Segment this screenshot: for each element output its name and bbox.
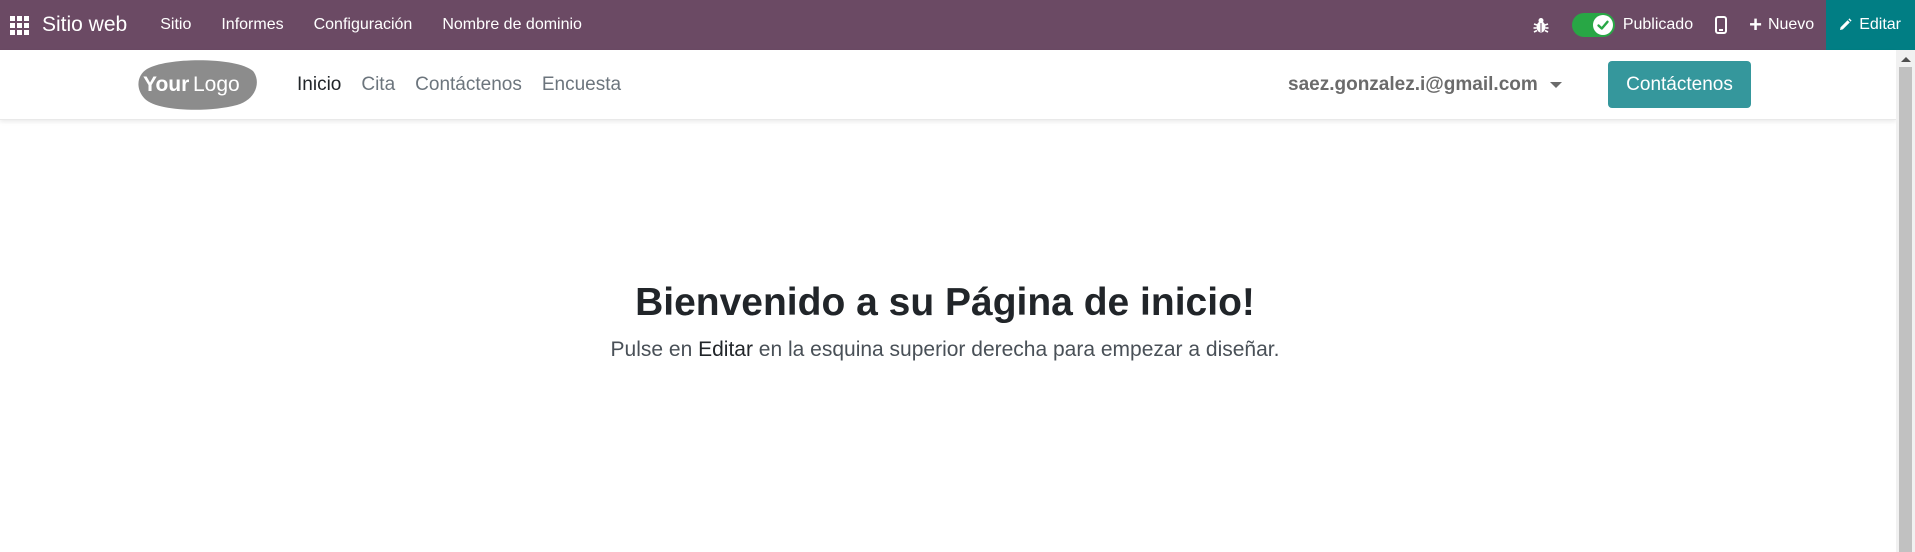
vertical-scrollbar[interactable] <box>1896 50 1915 552</box>
scroll-thumb[interactable] <box>1899 67 1912 552</box>
admin-bar-actions: Publicado + Nuevo Editar <box>1532 0 1915 50</box>
check-icon <box>1597 20 1609 30</box>
plus-icon: + <box>1749 12 1762 37</box>
user-menu[interactable]: saez.gonzalez.i@gmail.com <box>1288 50 1562 120</box>
publish-label: Publicado <box>1622 16 1694 33</box>
hero-sub-post: en la esquina superior derecha para empe… <box>752 338 1280 361</box>
main-content: Bienvenido a su Página de inicio! Pulse … <box>0 120 1896 552</box>
hero-subtitle: Pulse en Editar en la esquina superior d… <box>0 338 1890 362</box>
menu-item-informes[interactable]: Informes <box>206 16 298 34</box>
user-email: saez.gonzalez.i@gmail.com <box>1288 74 1538 95</box>
toggle-switch[interactable] <box>1571 13 1615 37</box>
mobile-preview-icon[interactable] <box>1715 16 1728 34</box>
menu-item-configuracion[interactable]: Configuración <box>299 16 428 34</box>
hero-sub-pre: Pulse en <box>610 338 699 361</box>
edit-button[interactable]: Editar <box>1826 0 1915 50</box>
admin-menu: Sitio Informes Configuración Nombre de d… <box>145 16 597 34</box>
hero-title-strong: Página de inicio <box>945 281 1242 324</box>
nav-encuesta[interactable]: Encuesta <box>532 74 631 96</box>
app-title[interactable]: Sitio web <box>42 13 127 37</box>
nav-inicio[interactable]: Inicio <box>287 74 351 96</box>
caret-down-icon <box>1549 82 1562 88</box>
site-header: Your Logo Inicio Cita Contáctenos Encues… <box>0 50 1896 120</box>
menu-item-sitio[interactable]: Sitio <box>145 16 206 34</box>
publish-toggle[interactable]: Publicado <box>1571 13 1694 37</box>
site-nav: Inicio Cita Contáctenos Encuesta <box>287 50 631 120</box>
hero-title: Bienvenido a su Página de inicio! <box>0 281 1890 325</box>
hero-title-pre: Bienvenido a su <box>635 281 945 324</box>
hero-title-post: ! <box>1241 281 1255 324</box>
new-label: Nuevo <box>1767 16 1815 33</box>
edit-label: Editar <box>1859 16 1901 33</box>
admin-bar: Sitio web Sitio Informes Configuración N… <box>0 0 1915 50</box>
pencil-icon <box>1840 18 1852 30</box>
nav-cita[interactable]: Cita <box>351 74 405 96</box>
new-button[interactable]: + Nuevo <box>1749 14 1814 36</box>
logo-text-your: Your <box>143 73 189 96</box>
bug-icon[interactable] <box>1532 16 1550 34</box>
apps-grid-icon[interactable] <box>0 0 38 50</box>
contact-us-button[interactable]: Contáctenos <box>1608 61 1751 108</box>
menu-item-nombre-de-dominio[interactable]: Nombre de dominio <box>427 16 597 34</box>
hero-sub-strong: Editar <box>698 338 753 361</box>
site-logo[interactable]: Your Logo <box>137 59 258 111</box>
logo-text-logo: Logo <box>193 73 240 96</box>
nav-contactenos[interactable]: Contáctenos <box>405 74 532 96</box>
scroll-up-arrow-icon[interactable] <box>1901 57 1911 62</box>
